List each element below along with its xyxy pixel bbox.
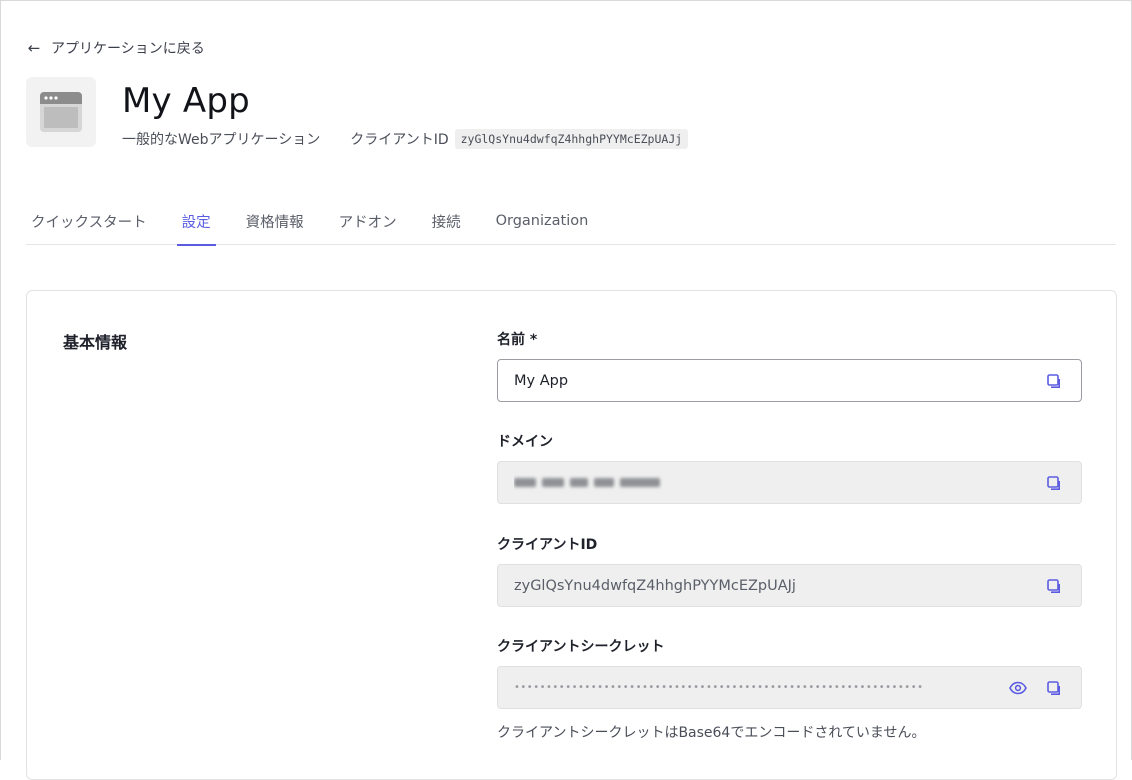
tab-quickstart[interactable]: クイックスタート: [26, 197, 152, 245]
app-type: 一般的なWebアプリケーション: [122, 132, 321, 148]
domain-label: ドメイン: [497, 434, 553, 450]
app-meta: 一般的なWebアプリケーション クライアントID zyGlQsYnu4dwfqZ…: [122, 128, 689, 150]
browser-window-icon: [40, 92, 82, 132]
copy-domain-button[interactable]: [1043, 472, 1065, 494]
client-secret-value[interactable]: ••••••••••••••••••••••••••••••••••••••••…: [514, 682, 1007, 693]
client-secret-helper-text: クライアントシークレットはBase64でエンコードされていません。: [497, 725, 926, 741]
domain-field[interactable]: [497, 461, 1082, 504]
app-avatar: [26, 77, 96, 147]
page-title: My App: [122, 81, 250, 121]
name-field[interactable]: My App: [497, 359, 1082, 402]
client-id-value[interactable]: zyGlQsYnu4dwfqZ4hhghPYYMcEZpUAJj: [514, 578, 1043, 594]
client-id-label: クライアントID: [497, 537, 598, 553]
copy-client-id-button[interactable]: [1043, 575, 1065, 597]
tab-credentials[interactable]: 資格情報: [241, 197, 309, 245]
name-label: 名前 *: [497, 332, 538, 348]
copy-name-button[interactable]: [1043, 370, 1065, 392]
eye-icon: [1009, 681, 1027, 694]
client-secret-field[interactable]: ••••••••••••••••••••••••••••••••••••••••…: [497, 666, 1082, 709]
tab-connections[interactable]: 接続: [427, 197, 466, 245]
copy-icon: [1047, 680, 1060, 695]
copy-icon: [1047, 373, 1060, 388]
back-link-label: アプリケーションに戻る: [51, 41, 205, 57]
basic-info-card: 基本情報 名前 * My App ドメイン クライアントID zyGlQsYnu…: [26, 290, 1117, 780]
name-value[interactable]: My App: [514, 373, 1043, 389]
domain-value-redacted: [514, 473, 1043, 493]
client-id-header-value[interactable]: zyGlQsYnu4dwfqZ4hhghPYYMcEZpUAJj: [454, 129, 689, 149]
client-id-header-label: クライアントID: [350, 132, 449, 148]
copy-icon: [1047, 475, 1060, 490]
client-id-field[interactable]: zyGlQsYnu4dwfqZ4hhghPYYMcEZpUAJj: [497, 564, 1082, 607]
copy-client-secret-button[interactable]: [1043, 677, 1065, 699]
tab-addons[interactable]: アドオン: [334, 197, 402, 245]
tab-settings[interactable]: 設定: [176, 197, 216, 246]
reveal-secret-button[interactable]: [1007, 677, 1029, 699]
tab-bar: クイックスタート 設定 資格情報 アドオン 接続 Organization: [26, 197, 1116, 246]
arrow-left-icon: ←: [27, 39, 41, 57]
back-to-applications-link[interactable]: ← アプリケーションに戻る: [27, 37, 205, 59]
section-title: 基本情報: [63, 333, 128, 352]
redacted-text: [514, 473, 1043, 493]
client-secret-label: クライアントシークレット: [497, 639, 665, 655]
page-frame: ← アプリケーションに戻る My App 一般的なWebアプリケーション クライ…: [0, 0, 1132, 780]
copy-icon: [1047, 578, 1060, 593]
tab-organization[interactable]: Organization: [491, 197, 594, 245]
